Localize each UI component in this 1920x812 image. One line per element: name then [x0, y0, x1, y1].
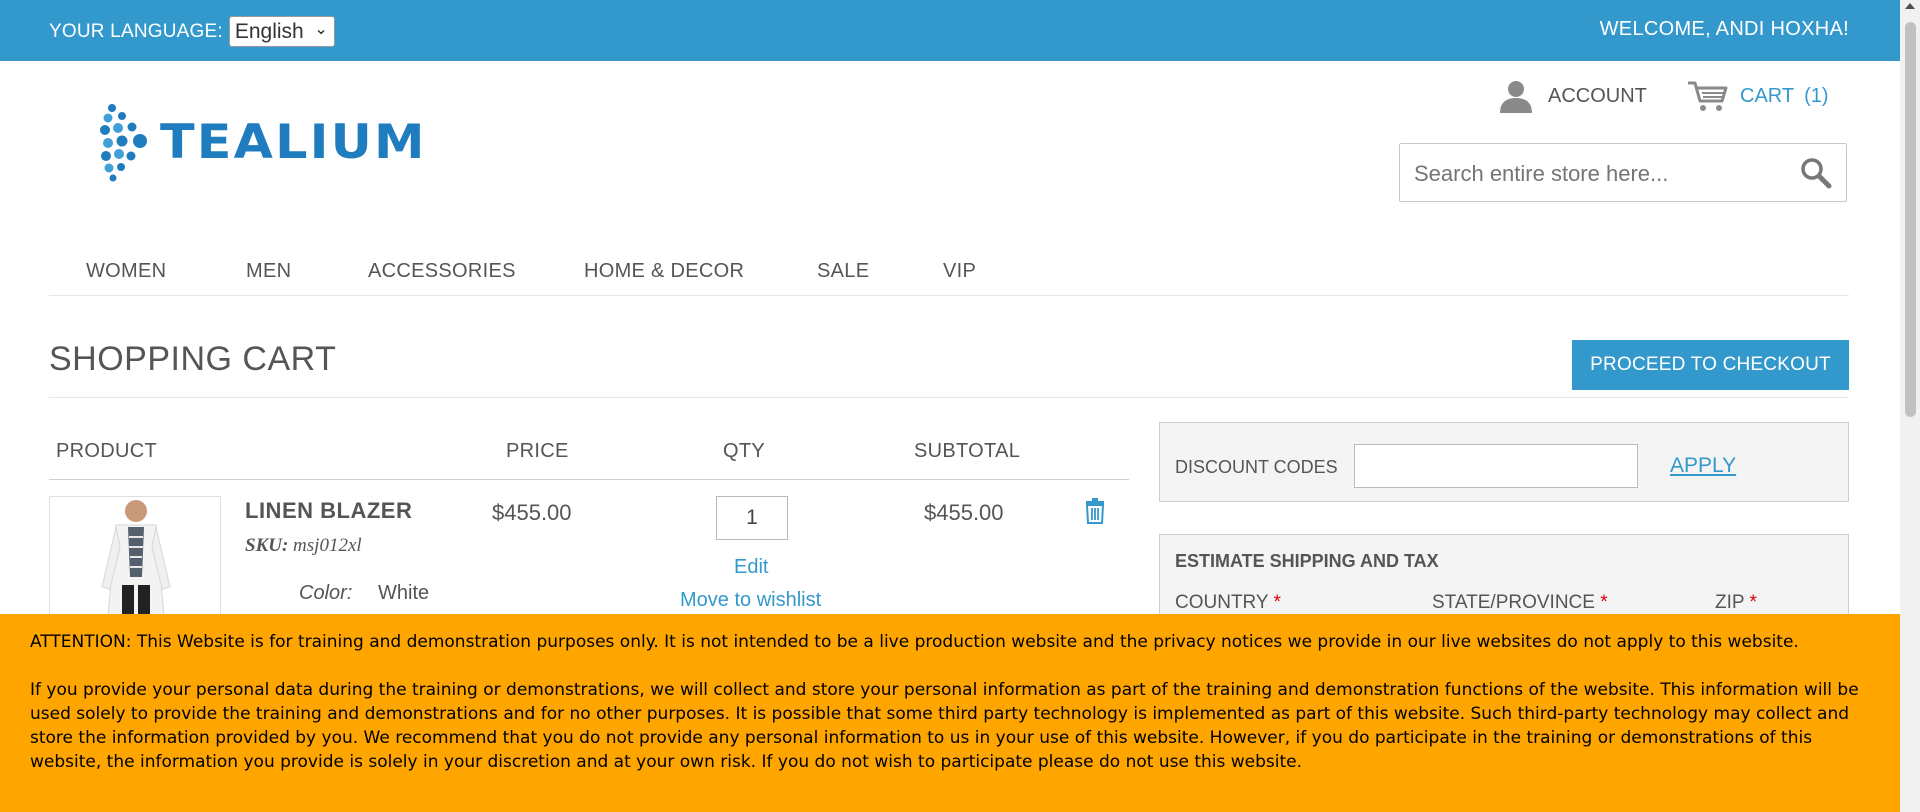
edit-item-link[interactable]: Edit — [734, 556, 768, 579]
chevron-down-icon: ⌄ — [314, 21, 328, 38]
estimate-shipping-title: ESTIMATE SHIPPING AND TAX — [1175, 551, 1439, 571]
account-link[interactable]: ACCOUNT — [1498, 79, 1647, 113]
main-nav: WOMEN MEN ACCESSORIES HOME & DECOR SALE … — [49, 255, 1849, 296]
language-select[interactable]: English ⌄ — [228, 16, 335, 47]
logo-dots-icon — [100, 104, 147, 182]
discount-codes-label: DISCOUNT CODES — [1175, 457, 1338, 477]
color-option-value: White — [378, 582, 430, 604]
required-mark: * — [1600, 592, 1608, 613]
column-header-qty: QTY — [723, 440, 766, 462]
sku-value: msj012xl — [293, 535, 362, 556]
product-subtotal: $455.00 — [924, 500, 1004, 525]
country-field-label: COUNTRY * — [1175, 592, 1281, 613]
column-header-price: PRICE — [506, 440, 569, 462]
quantity-input[interactable]: 1 — [716, 496, 788, 540]
apply-discount-button[interactable]: APPLY — [1670, 454, 1736, 478]
required-mark: * — [1749, 592, 1757, 613]
cart-count: (1) — [1804, 84, 1829, 107]
nav-item-men[interactable]: MEN — [246, 260, 291, 283]
cart-icon — [1688, 81, 1728, 111]
user-icon — [1500, 81, 1532, 113]
cart-link[interactable]: CART (1) — [1686, 79, 1829, 113]
sku-label: SKU: — [245, 535, 289, 556]
proceed-to-checkout-button[interactable]: PROCEED TO CHECKOUT — [1572, 340, 1849, 390]
welcome-message: WELCOME, ANDI HOXHA! — [1599, 18, 1849, 40]
language-label: YOUR LANGUAGE: — [49, 20, 223, 42]
cart-label: CART — [1740, 84, 1795, 107]
logo-wordmark: TEALIUM — [160, 114, 427, 170]
notice-paragraph-2: If you provide your personal data during… — [30, 680, 1859, 772]
page-scrollbar[interactable] — [1900, 0, 1920, 812]
product-price: $455.00 — [492, 500, 572, 525]
column-header-product: PRODUCT — [56, 440, 157, 462]
search-icon[interactable] — [1800, 157, 1832, 189]
notice-paragraph-1: ATTENTION: This Website is for training … — [30, 632, 1799, 652]
top-bar: YOUR LANGUAGE: English ⌄ WELCOME, ANDI H… — [0, 0, 1900, 61]
discount-codes-panel: DISCOUNT CODES APPLY — [1159, 422, 1849, 502]
language-switcher: YOUR LANGUAGE: English ⌄ — [49, 16, 335, 47]
nav-item-accessories[interactable]: ACCESSORIES — [368, 260, 516, 283]
blazer-image-icon — [50, 497, 220, 615]
scroll-up-arrow-icon[interactable] — [1905, 3, 1915, 9]
table-header-divider — [49, 479, 1129, 480]
language-selected-value: English — [234, 19, 304, 43]
search-input[interactable] — [1412, 160, 1796, 188]
product-image[interactable] — [49, 496, 221, 616]
search-box — [1399, 143, 1847, 202]
required-mark: * — [1273, 592, 1281, 613]
move-to-wishlist-link[interactable]: Move to wishlist — [680, 589, 821, 612]
title-divider — [49, 397, 1849, 398]
trash-icon[interactable] — [1084, 498, 1106, 524]
product-sku: SKU: msj012xl — [245, 535, 362, 557]
scrollbar-thumb[interactable] — [1905, 22, 1916, 417]
nav-item-vip[interactable]: VIP — [943, 260, 976, 283]
nav-item-home-decor[interactable]: HOME & DECOR — [584, 260, 744, 283]
color-option-label: Color: — [299, 582, 353, 604]
discount-code-input[interactable] — [1354, 444, 1638, 488]
account-label: ACCOUNT — [1548, 84, 1647, 107]
nav-item-women[interactable]: WOMEN — [86, 260, 166, 283]
attention-notice-banner: ATTENTION: This Website is for training … — [0, 614, 1900, 812]
state-field-label: STATE/PROVINCE * — [1432, 592, 1608, 613]
column-header-subtotal: SUBTOTAL — [914, 440, 1021, 462]
product-name[interactable]: LINEN BLAZER — [245, 498, 412, 524]
nav-item-sale[interactable]: SALE — [817, 260, 869, 283]
zip-field-label: ZIP * — [1715, 592, 1757, 613]
store-logo[interactable]: TEALIUM — [100, 102, 425, 182]
page-title: SHOPPING CART — [49, 340, 337, 378]
